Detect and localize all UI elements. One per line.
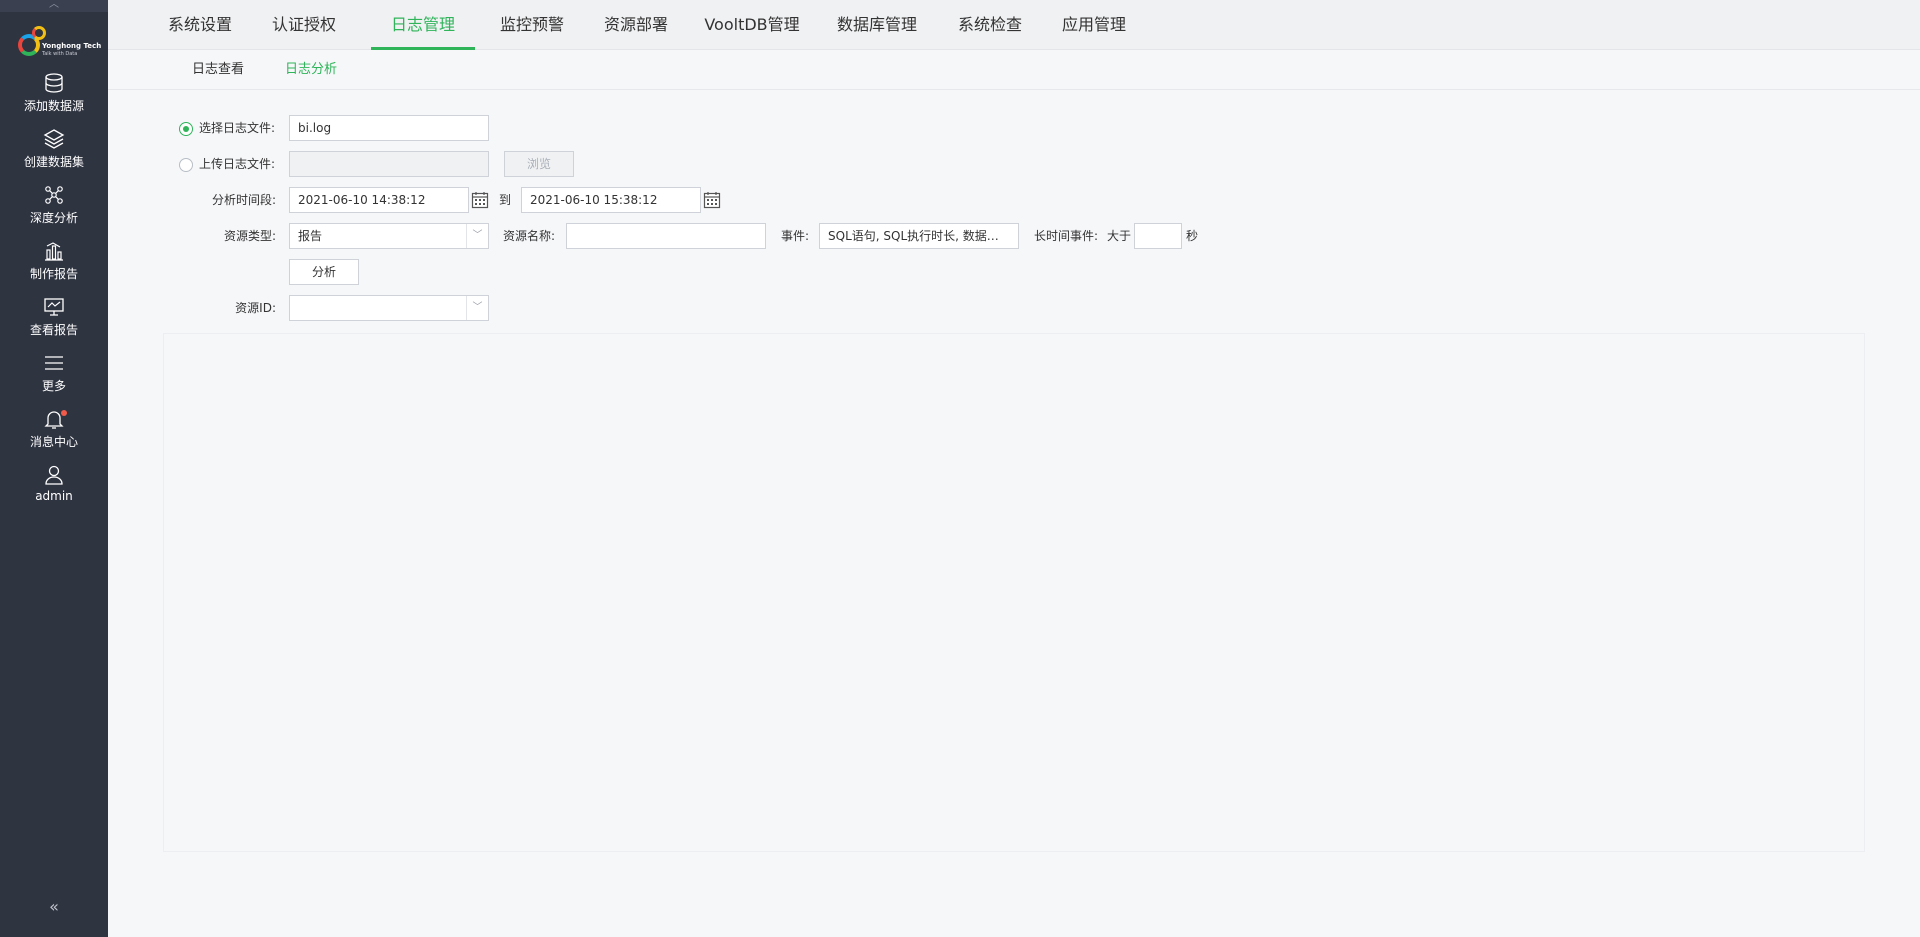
tab-monitoring[interactable]: 监控预警: [494, 0, 570, 50]
to-label: 到: [499, 193, 512, 207]
tab-log-management[interactable]: 日志管理: [371, 0, 475, 50]
tab-database-management[interactable]: 数据库管理: [830, 0, 924, 50]
event-label: 事件:: [781, 229, 810, 243]
chevron-down-icon[interactable]: ﹀: [466, 224, 488, 248]
resource-type-value: 报告: [298, 229, 323, 243]
resource-type-select[interactable]: 报告 ﹀: [289, 223, 489, 249]
calendar-icon[interactable]: [471, 191, 489, 209]
sidebar-item-label: 深度分析: [29, 211, 78, 225]
chevron-down-icon[interactable]: ﹀: [466, 296, 488, 320]
top-tab-bar: 系统设置 认证授权 日志管理 监控预警 资源部署 VooltDB管理 数据库管理…: [108, 0, 1920, 50]
tab-log-view[interactable]: 日志查看: [192, 50, 244, 90]
sidebar-item-make-report[interactable]: 制作报告: [0, 240, 108, 282]
tab-log-analysis[interactable]: 日志分析: [285, 50, 337, 90]
analysis-result-panel: [163, 333, 1865, 852]
long-event-label: 长时间事件:: [1034, 229, 1099, 243]
notification-dot: [61, 410, 67, 416]
select-log-input[interactable]: bi.log: [289, 115, 489, 141]
sidebar-item-deep-analysis[interactable]: 深度分析: [0, 184, 108, 226]
network-icon: [45, 186, 63, 204]
monitor-chart-icon: [44, 298, 64, 316]
sidebar-item-label: 创建数据集: [23, 155, 84, 169]
sidebar-item-more[interactable]: 更多: [0, 352, 108, 394]
upload-log-label: 上传日志文件:: [199, 157, 276, 171]
collapse-sidebar-icon[interactable]: «: [0, 897, 108, 916]
start-time-input[interactable]: 2021-06-10 14:38:12: [289, 187, 469, 213]
database-icon: [45, 73, 63, 93]
sidebar-item-create-dataset[interactable]: 创建数据集: [0, 128, 108, 170]
browse-button[interactable]: 浏览: [504, 151, 574, 177]
logo-tagline: Talk with Data: [42, 51, 78, 57]
select-log-label: 选择日志文件:: [199, 121, 276, 135]
logo: Yonghong Tech Talk with Data: [18, 26, 102, 60]
bar-chart-icon: [45, 242, 63, 261]
resource-name-label: 资源名称:: [503, 229, 556, 243]
sidebar-item-label: 添加数据源: [23, 99, 84, 113]
analyze-button[interactable]: 分析: [289, 259, 359, 285]
tab-app-management[interactable]: 应用管理: [1056, 0, 1132, 50]
sidebar-item-label: 消息中心: [29, 435, 78, 449]
sidebar-item-add-datasource[interactable]: 添加数据源: [0, 72, 108, 114]
resource-id-label: 资源ID:: [235, 301, 276, 315]
select-log-radio[interactable]: [179, 122, 193, 136]
sidebar-item-admin[interactable]: admin: [0, 464, 108, 503]
sidebar-item-label: 查看报告: [29, 323, 78, 337]
sidebar: ︿ Yonghong Tech Talk with Data 添加数据源 创建数…: [0, 0, 108, 937]
tab-auth[interactable]: 认证授权: [266, 0, 342, 50]
greater-than-label: 大于: [1107, 229, 1132, 243]
tab-system-check[interactable]: 系统检查: [952, 0, 1028, 50]
tab-system-settings[interactable]: 系统设置: [162, 0, 238, 50]
tab-vooltdb[interactable]: VooltDB管理: [702, 0, 802, 50]
sidebar-item-label: 更多: [41, 379, 66, 393]
resource-name-input[interactable]: [566, 223, 766, 249]
seconds-unit-label: 秒: [1186, 229, 1199, 243]
seconds-input[interactable]: [1134, 223, 1182, 249]
calendar-icon[interactable]: [703, 191, 721, 209]
user-icon: [45, 465, 63, 485]
sidebar-item-label: admin: [35, 489, 73, 503]
collapse-up-icon[interactable]: ︿: [0, 0, 108, 12]
sub-tab-bar: 日志查看 日志分析: [108, 50, 1920, 90]
sidebar-item-view-report[interactable]: 查看报告: [0, 296, 108, 338]
upload-log-input[interactable]: [289, 151, 489, 177]
end-time-input[interactable]: 2021-06-10 15:38:12: [521, 187, 701, 213]
logo-brand: Yonghong Tech: [42, 42, 102, 50]
layers-icon: [43, 129, 65, 149]
resource-type-label: 资源类型:: [223, 229, 276, 243]
tab-resource-deploy[interactable]: 资源部署: [598, 0, 674, 50]
sidebar-item-message-center[interactable]: 消息中心: [0, 408, 108, 450]
upload-log-radio[interactable]: [179, 158, 193, 172]
time-range-label: 分析时间段:: [211, 193, 276, 207]
menu-icon: [45, 356, 63, 370]
sidebar-item-label: 制作报告: [29, 267, 78, 281]
resource-id-select[interactable]: ﹀: [289, 295, 489, 321]
event-input[interactable]: SQL语句, SQL执行时长, 数据库数...: [819, 223, 1019, 249]
